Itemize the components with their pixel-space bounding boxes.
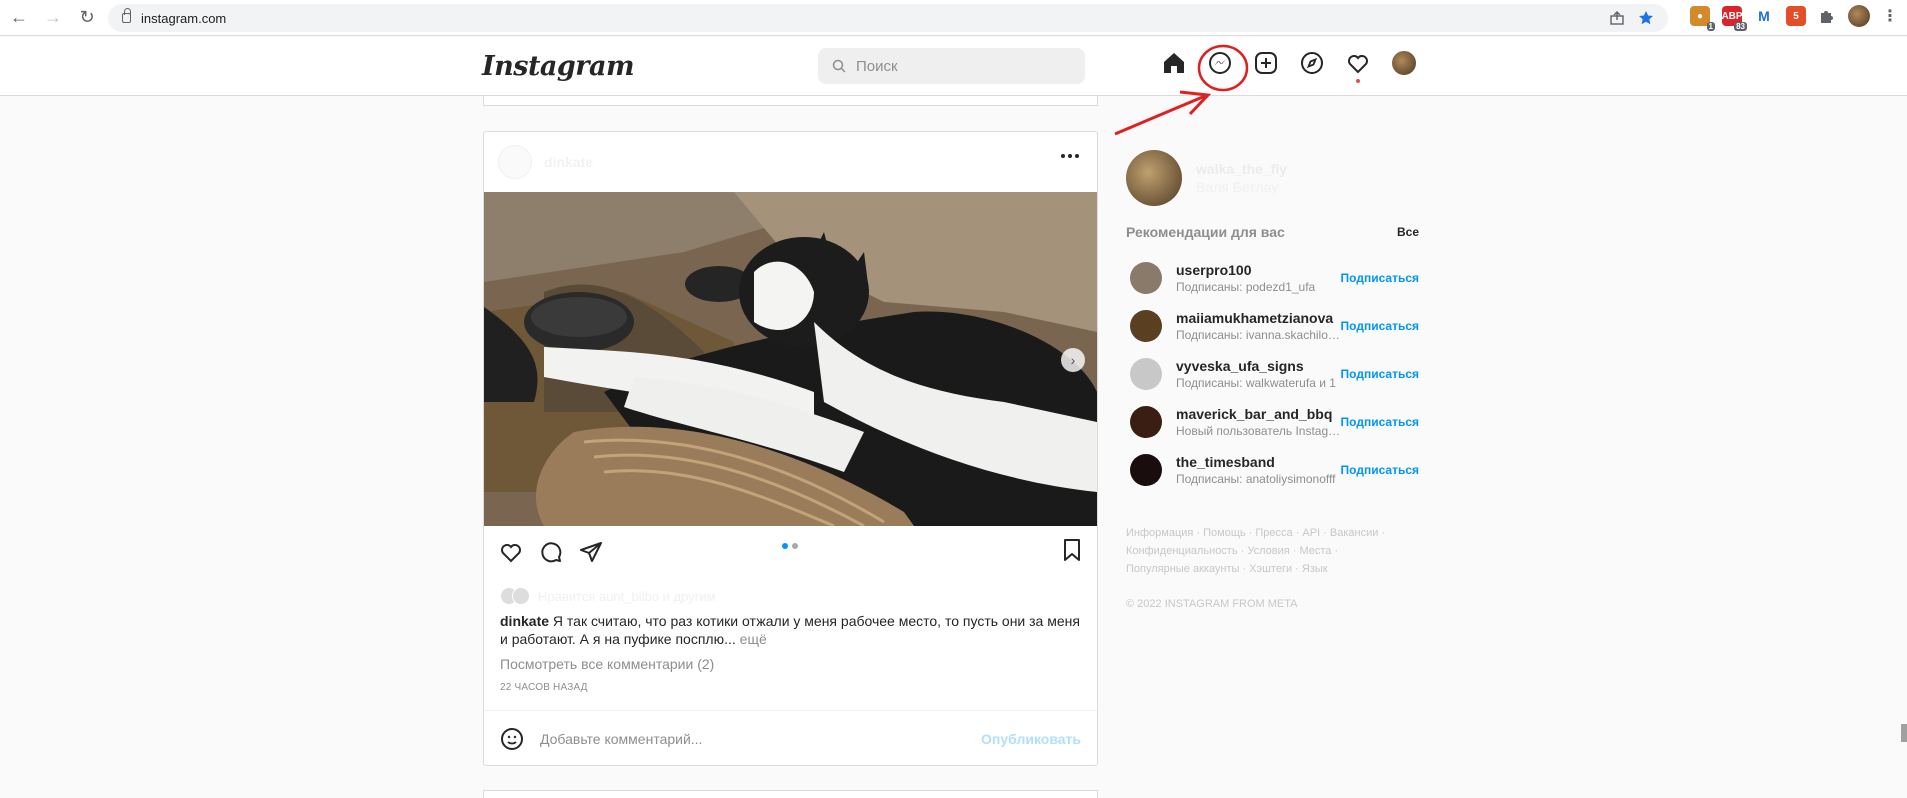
scrollbar-thumb[interactable] — [1901, 724, 1907, 742]
current-user: walka_the_fly Валя Бетлау — [1126, 150, 1419, 206]
search-input[interactable]: Поиск — [818, 48, 1085, 84]
profile-menu-avatar[interactable] — [1392, 51, 1416, 75]
forward-icon[interactable]: → — [38, 3, 68, 33]
follow-button[interactable]: Подписаться — [1341, 367, 1419, 381]
address-bar[interactable]: instagram.com — [108, 4, 1668, 32]
like-heart-icon[interactable] — [498, 539, 524, 565]
adblock-icon[interactable]: ABP 83 — [1721, 6, 1747, 31]
previous-post-edge — [483, 96, 1098, 106]
notification-dot — [1356, 79, 1360, 83]
next-post-edge — [483, 790, 1098, 798]
current-user-username[interactable]: walka_the_fly — [1196, 161, 1287, 177]
post-author-avatar[interactable] — [498, 145, 532, 179]
instagram-header: Instagram Поиск — [0, 37, 1907, 96]
extensions-puzzle-icon[interactable] — [1818, 7, 1836, 25]
messenger-icon[interactable] — [1208, 51, 1232, 75]
rec-username[interactable]: vyveska_ufa_signs — [1176, 358, 1341, 374]
explore-icon[interactable] — [1300, 51, 1324, 75]
list-item: maverick_bar_and_bbq Новый пользователь … — [1126, 398, 1419, 446]
post-photo[interactable]: › — [484, 192, 1097, 526]
rec-username[interactable]: userpro100 — [1176, 262, 1341, 278]
rec-subtitle: Подписаны: anatoliysimonofff — [1176, 472, 1336, 486]
list-item: maiiamukhametzianova Подписаны: ivanna.s… — [1126, 302, 1419, 350]
post-header: dinkate — [484, 132, 1097, 192]
recommendations-list: userpro100 Подписаны: podezd1_ufa Подпис… — [1126, 254, 1419, 494]
home-icon[interactable] — [1162, 51, 1186, 75]
rec-username[interactable]: the_timesband — [1176, 454, 1341, 470]
metamask-icon[interactable]: M — [1754, 6, 1774, 26]
more-options-icon[interactable] — [1061, 154, 1079, 158]
caption-text: Я так считаю, что раз котики отжали у ме… — [500, 613, 1080, 647]
cat-photo-image — [484, 192, 1097, 526]
tampermonkey-icon[interactable]: ● 1 — [1690, 6, 1715, 31]
likes-summary[interactable]: Нравится aunt_bilbo и другим — [500, 587, 716, 605]
see-all-link[interactable]: Все — [1397, 225, 1419, 239]
view-all-comments-link[interactable]: Посмотреть все комментарии (2) — [500, 656, 714, 672]
rec-username[interactable]: maverick_bar_and_bbq — [1176, 406, 1341, 422]
carousel-next-icon[interactable]: › — [1061, 348, 1085, 372]
back-icon[interactable]: ← — [4, 3, 34, 33]
emoji-icon[interactable] — [500, 727, 524, 751]
likes-text: Нравится aunt_bilbo и другим — [538, 588, 716, 604]
current-user-avatar[interactable] — [1126, 150, 1182, 206]
list-item: userpro100 Подписаны: podezd1_ufa Подпис… — [1126, 254, 1419, 302]
browser-menu-icon[interactable]: ⋮ — [1882, 6, 1898, 26]
comment-icon[interactable] — [538, 539, 564, 565]
save-bookmark-icon[interactable] — [1061, 538, 1083, 567]
sidebar: walka_the_fly Валя Бетлау Рекомендации д… — [1126, 150, 1419, 610]
rec-avatar[interactable] — [1130, 454, 1162, 486]
rec-avatar[interactable] — [1130, 406, 1162, 438]
search-icon — [832, 59, 846, 73]
instagram-logo[interactable]: Instagram — [482, 51, 635, 82]
list-item: vyveska_ufa_signs Подписаны: walkwateruf… — [1126, 350, 1419, 398]
rec-subtitle: Подписаны: walkwaterufa и 1 — [1176, 376, 1336, 390]
recommendations-title: Рекомендации для вас — [1126, 224, 1285, 240]
rec-username[interactable]: maiiamukhametzianova — [1176, 310, 1341, 326]
copyright: © 2022 INSTAGRAM FROM META — [1126, 598, 1298, 610]
browser-toolbar: ← → ↻ instagram.com ● 1 ABP 83 M 5 ⋮ — [0, 0, 1907, 36]
recommendations-header: Рекомендации для вас Все — [1126, 224, 1419, 240]
follow-button[interactable]: Подписаться — [1341, 319, 1419, 333]
list-item: the_timesband Подписаны: anatoliysimonof… — [1126, 446, 1419, 494]
rec-avatar[interactable] — [1130, 310, 1162, 342]
lock-icon — [122, 8, 131, 23]
follow-button[interactable]: Подписаться — [1341, 271, 1419, 285]
caption-more-link[interactable]: ещё — [740, 631, 767, 647]
rec-avatar[interactable] — [1130, 262, 1162, 294]
post-author-username[interactable]: dinkate — [544, 154, 593, 170]
rec-subtitle: Подписаны: ivanna.skachilova + еще 2 — [1176, 328, 1341, 342]
comment-input[interactable]: Добавьте комментарий... — [540, 731, 981, 747]
publish-comment-button[interactable]: Опубликовать — [981, 731, 1081, 747]
url-text: instagram.com — [141, 10, 227, 26]
share-send-icon[interactable] — [578, 539, 604, 565]
rec-avatar[interactable] — [1130, 358, 1162, 390]
search-placeholder: Поиск — [856, 57, 898, 75]
new-post-icon[interactable] — [1254, 51, 1278, 75]
rec-subtitle: Новый пользователь Instagram — [1176, 424, 1341, 438]
share-icon[interactable] — [1610, 11, 1624, 25]
carousel-indicator — [782, 543, 798, 549]
star-icon[interactable] — [1638, 10, 1654, 26]
reload-icon[interactable]: ↻ — [72, 3, 102, 33]
post-actions — [484, 527, 1097, 577]
follow-button[interactable]: Подписаться — [1341, 415, 1419, 429]
footer-links[interactable]: Информация · Помощь · Пресса · API · Вак… — [1126, 524, 1386, 578]
activity-heart-icon[interactable] — [1346, 51, 1370, 83]
liker-avatar — [512, 587, 530, 605]
html5-icon[interactable]: 5 — [1786, 6, 1806, 26]
follow-button[interactable]: Подписаться — [1341, 463, 1419, 477]
post-caption: dinkate Я так считаю, что раз котики отж… — [500, 612, 1085, 648]
comment-form: Добавьте комментарий... Опубликовать — [484, 710, 1097, 766]
profile-avatar[interactable] — [1848, 5, 1870, 27]
rec-subtitle: Подписаны: podezd1_ufa — [1176, 280, 1316, 294]
current-user-fullname: Валя Бетлау — [1196, 179, 1279, 195]
feed-post: dinkate › Нравится aunt_bilbo и другим d… — [483, 131, 1098, 766]
caption-username[interactable]: dinkate — [500, 613, 549, 629]
post-timestamp[interactable]: 22 ЧАСОВ НАЗАД — [500, 682, 588, 693]
